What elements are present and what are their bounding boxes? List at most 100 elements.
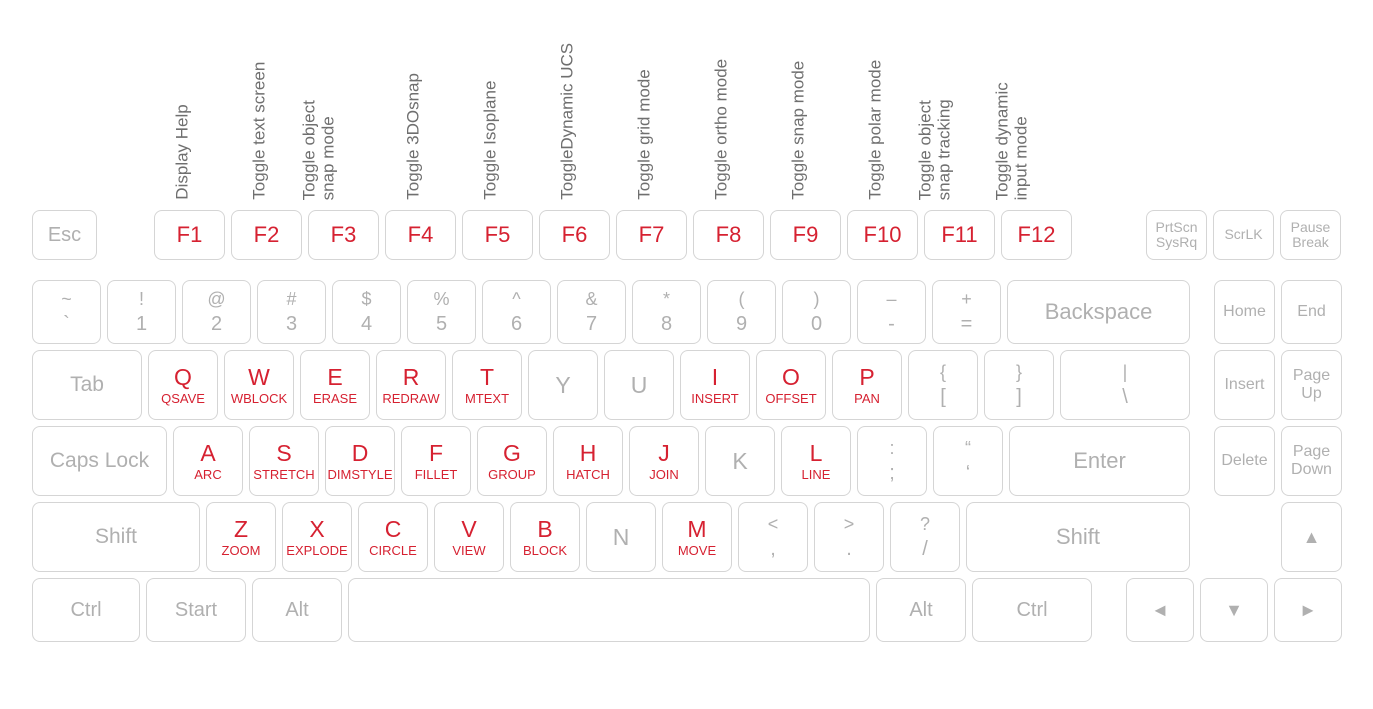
key-backslash[interactable]: |\: [1060, 350, 1190, 420]
key-scrlk[interactable]: ScrLK: [1213, 210, 1274, 260]
key-a[interactable]: AARC: [173, 426, 243, 496]
key-f10[interactable]: F10: [847, 210, 918, 260]
key-u[interactable]: U: [604, 350, 674, 420]
key-right-alt[interactable]: Alt: [876, 578, 966, 642]
key-arrow-up[interactable]: ▲: [1281, 502, 1342, 572]
key-pageup[interactable]: PageUp: [1281, 350, 1342, 420]
f3-label: Toggle object snap mode: [301, 100, 338, 200]
key-quote[interactable]: “‘: [933, 426, 1003, 496]
key-6[interactable]: ^6: [482, 280, 551, 344]
key-c[interactable]: CCIRCLE: [358, 502, 428, 572]
key-f8[interactable]: F8: [693, 210, 764, 260]
key-n[interactable]: N: [586, 502, 656, 572]
key-f2[interactable]: F2: [231, 210, 302, 260]
key-s[interactable]: SSTRETCH: [249, 426, 319, 496]
key-g[interactable]: GGROUP: [477, 426, 547, 496]
key-arrow-down[interactable]: ▼: [1200, 578, 1268, 642]
key-period[interactable]: >.: [814, 502, 884, 572]
key-k[interactable]: K: [705, 426, 775, 496]
f3-label-line2: snap mode: [319, 116, 338, 200]
key-l[interactable]: LLINE: [781, 426, 851, 496]
key-b[interactable]: BBLOCK: [510, 502, 580, 572]
keyboard-diagram: Display Help Toggle text screen Toggle o…: [32, 10, 1342, 648]
key-f12[interactable]: F12: [1001, 210, 1072, 260]
key-arrow-left[interactable]: ◄: [1126, 578, 1194, 642]
key-end[interactable]: End: [1281, 280, 1342, 344]
qwerty-row: Tab QQSAVE WWBLOCK EERASE RREDRAW TMTEXT…: [32, 350, 1342, 420]
key-4[interactable]: $4: [332, 280, 401, 344]
key-comma[interactable]: <,: [738, 502, 808, 572]
f12-label-line1: Toggle dynamic: [994, 82, 1013, 200]
key-j[interactable]: JJOIN: [629, 426, 699, 496]
key-space[interactable]: [348, 578, 870, 642]
key-r[interactable]: RREDRAW: [376, 350, 446, 420]
number-row: ~ ` !1 @2 #3 $4 %5 ^6 &7 *8 (9 )0 –- += …: [32, 280, 1342, 344]
key-d[interactable]: DDIMSTYLE: [325, 426, 395, 496]
f11-label: Toggle object snap tracking: [917, 99, 954, 200]
key-f9[interactable]: F9: [770, 210, 841, 260]
key-tilde[interactable]: ~ `: [32, 280, 101, 344]
key-insert[interactable]: Insert: [1214, 350, 1275, 420]
key-left-ctrl[interactable]: Ctrl: [32, 578, 140, 642]
arrow-up-icon: ▲: [1303, 527, 1321, 548]
key-f3[interactable]: F3: [308, 210, 379, 260]
key-slash[interactable]: ?/: [890, 502, 960, 572]
key-8[interactable]: *8: [632, 280, 701, 344]
arrow-down-icon: ▼: [1225, 600, 1243, 621]
key-9[interactable]: (9: [707, 280, 776, 344]
key-right-ctrl[interactable]: Ctrl: [972, 578, 1092, 642]
key-delete[interactable]: Delete: [1214, 426, 1275, 496]
function-key-area: Display Help Toggle text screen Toggle o…: [32, 10, 1342, 260]
key-f[interactable]: FFILLET: [401, 426, 471, 496]
key-left-shift[interactable]: Shift: [32, 502, 200, 572]
key-3[interactable]: #3: [257, 280, 326, 344]
key-p[interactable]: PPAN: [832, 350, 902, 420]
key-1[interactable]: !1: [107, 280, 176, 344]
key-capslock[interactable]: Caps Lock: [32, 426, 167, 496]
key-x[interactable]: XEXPLODE: [282, 502, 352, 572]
key-right-bracket[interactable]: }]: [984, 350, 1054, 420]
key-prtscn[interactable]: PrtScn SysRq: [1146, 210, 1207, 260]
key-left-bracket[interactable]: {[: [908, 350, 978, 420]
key-arrow-right[interactable]: ►: [1274, 578, 1342, 642]
key-semicolon[interactable]: :;: [857, 426, 927, 496]
key-q[interactable]: QQSAVE: [148, 350, 218, 420]
key-e[interactable]: EERASE: [300, 350, 370, 420]
key-right-shift[interactable]: Shift: [966, 502, 1190, 572]
key-o[interactable]: OOFFSET: [756, 350, 826, 420]
key-w[interactable]: WWBLOCK: [224, 350, 294, 420]
key-left-alt[interactable]: Alt: [252, 578, 342, 642]
key-f4[interactable]: F4: [385, 210, 456, 260]
f3-label-line1: Toggle object: [301, 100, 320, 200]
f9-label: Toggle snap mode: [789, 61, 808, 200]
key-f5[interactable]: F5: [462, 210, 533, 260]
key-backspace[interactable]: Backspace: [1007, 280, 1190, 344]
key-minus[interactable]: –-: [857, 280, 926, 344]
key-pagedown[interactable]: PageDown: [1281, 426, 1342, 496]
key-pause[interactable]: Pause Break: [1280, 210, 1341, 260]
key-tab[interactable]: Tab: [32, 350, 142, 420]
key-m[interactable]: MMOVE: [662, 502, 732, 572]
tilde-top: ~: [61, 290, 72, 308]
key-start[interactable]: Start: [146, 578, 246, 642]
key-f1[interactable]: F1: [154, 210, 225, 260]
f7-label: Toggle grid mode: [635, 70, 654, 200]
key-v[interactable]: VVIEW: [434, 502, 504, 572]
key-2[interactable]: @2: [182, 280, 251, 344]
key-enter[interactable]: Enter: [1009, 426, 1190, 496]
key-y[interactable]: Y: [528, 350, 598, 420]
key-z[interactable]: ZZOOM: [206, 502, 276, 572]
key-t[interactable]: TMTEXT: [452, 350, 522, 420]
key-0[interactable]: )0: [782, 280, 851, 344]
key-home[interactable]: Home: [1214, 280, 1275, 344]
key-f7[interactable]: F7: [616, 210, 687, 260]
key-f6[interactable]: F6: [539, 210, 610, 260]
key-5[interactable]: %5: [407, 280, 476, 344]
key-i[interactable]: IINSERT: [680, 350, 750, 420]
key-h[interactable]: HHATCH: [553, 426, 623, 496]
key-7[interactable]: &7: [557, 280, 626, 344]
key-esc[interactable]: Esc: [32, 210, 97, 260]
key-equals[interactable]: +=: [932, 280, 1001, 344]
key-f11[interactable]: F11: [924, 210, 995, 260]
pause-top: Pause: [1291, 220, 1331, 235]
